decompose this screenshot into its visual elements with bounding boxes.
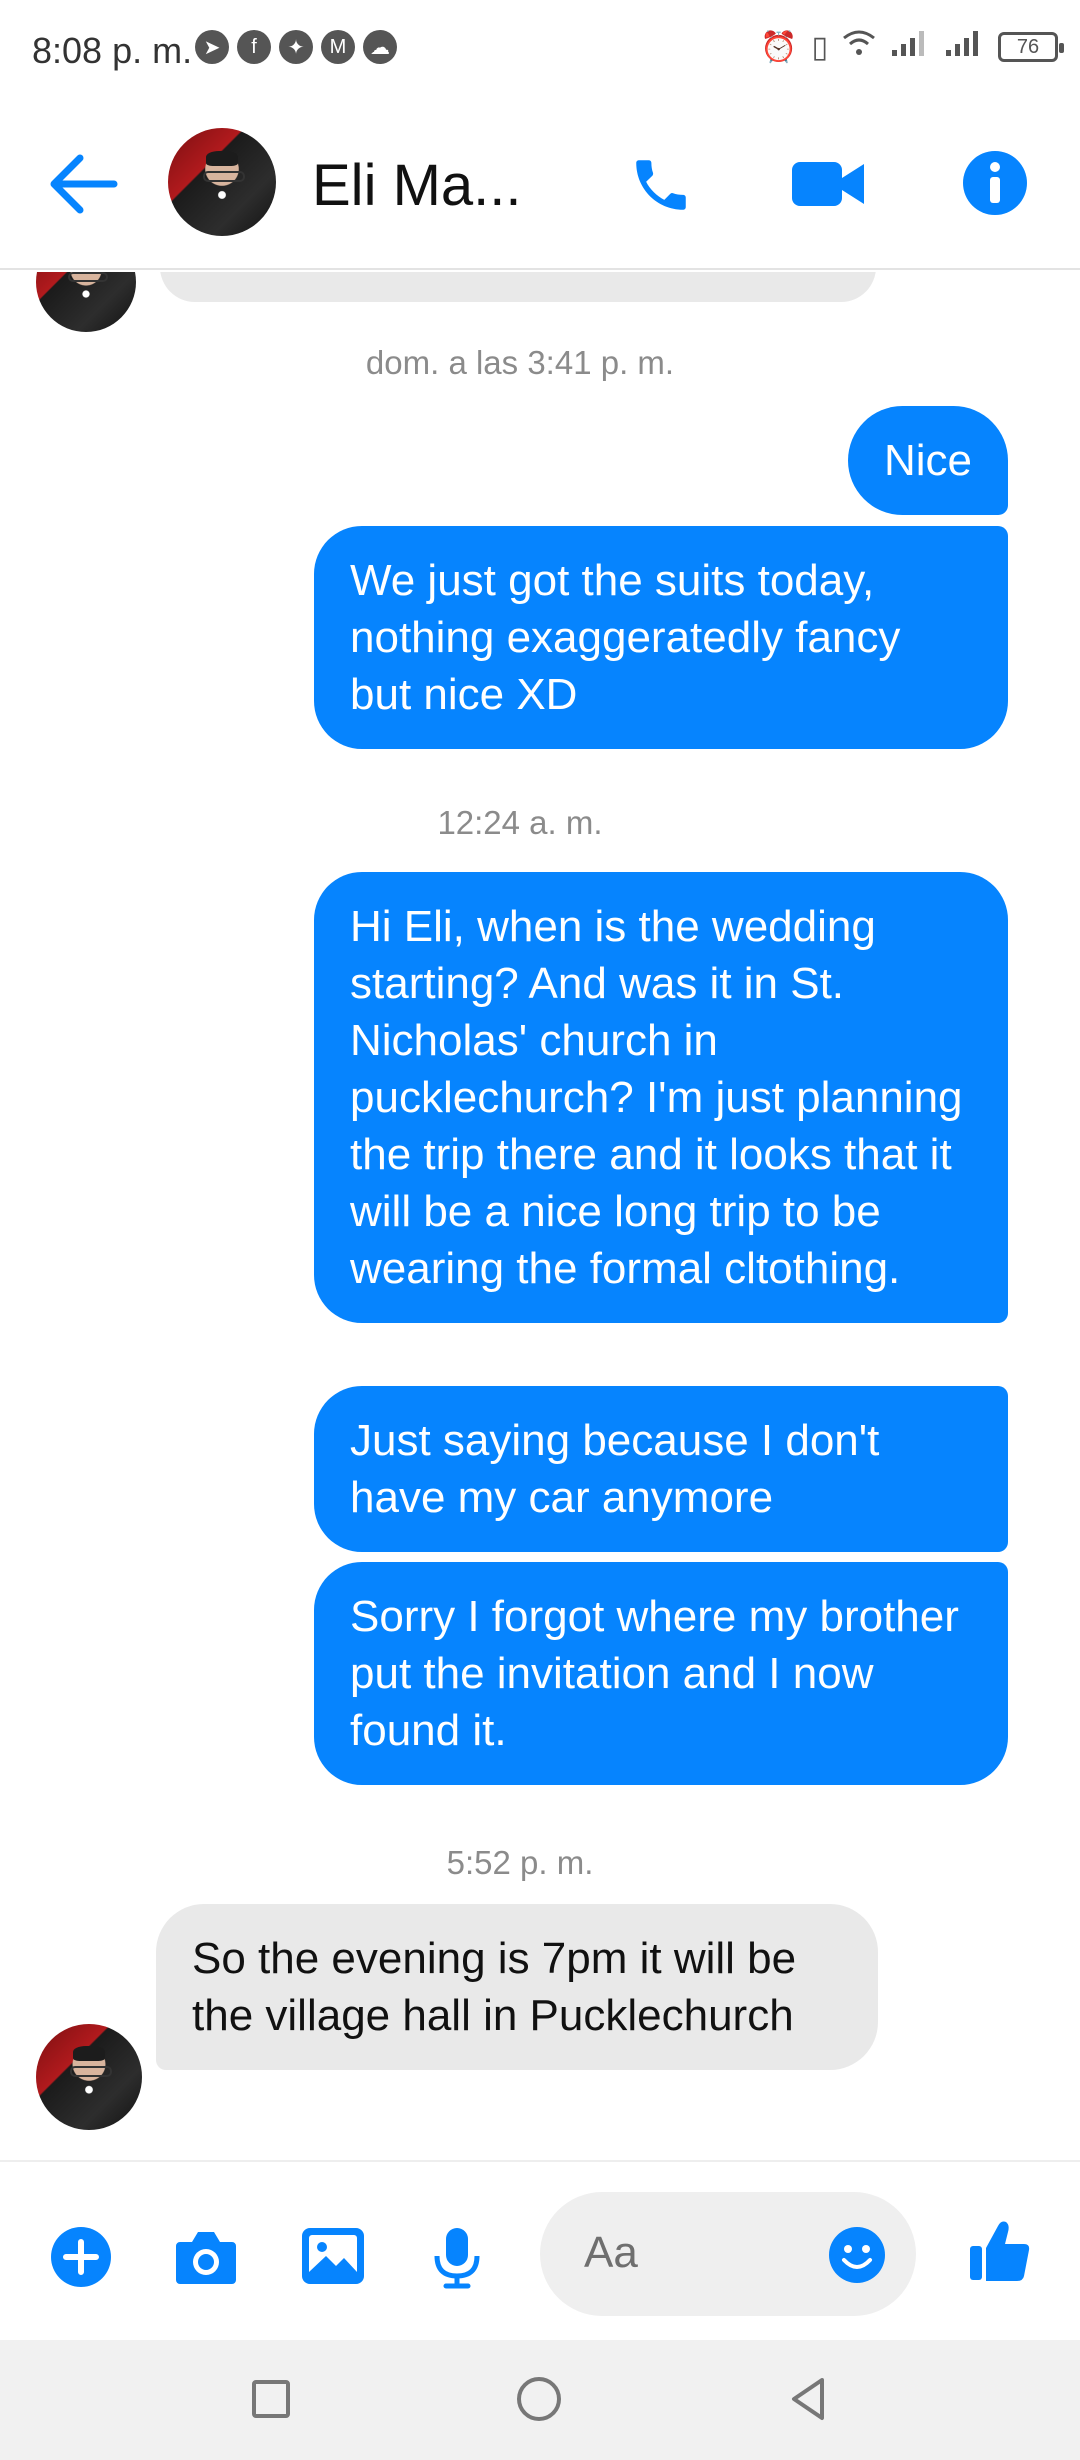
wifi-icon <box>842 28 876 66</box>
status-time: 8:08 p. m. <box>32 30 193 71</box>
back-icon[interactable] <box>784 2374 834 2424</box>
message-composer: Aa <box>0 2160 1080 2340</box>
incoming-message-bubble[interactable]: So the evening is 7pm it will be the vil… <box>156 1904 878 2070</box>
outgoing-message-bubble[interactable]: Nice <box>847 406 1008 515</box>
status-bar: 8:08 p. m. ➤ f ✦ M ☁ ⏰ ▯ 76 <box>0 0 1080 100</box>
battery-icon: 76 <box>998 32 1064 62</box>
contact-avatar-small <box>36 2024 142 2130</box>
signal-icon <box>890 28 930 66</box>
phone-call-icon[interactable] <box>628 152 694 218</box>
message-timestamp: dom. a las 3:41 p. m. <box>365 344 675 381</box>
alarm-icon: ⏰ <box>760 30 798 64</box>
system-nav-bar <box>0 2340 1080 2460</box>
telegram-notification-icon: ➤ <box>195 30 229 64</box>
plus-icon[interactable] <box>50 2226 112 2288</box>
message-input[interactable]: Aa <box>540 2192 916 2316</box>
emoji-icon[interactable] <box>828 2226 886 2284</box>
cloud-notification-icon: ☁ <box>363 30 397 64</box>
message-timestamp: 5:52 p. m. <box>446 1844 594 1881</box>
notification-icons: ➤ f ✦ M ☁ <box>195 30 397 64</box>
outgoing-message-bubble[interactable]: We just got the suits today, nothing exa… <box>314 526 1008 749</box>
gmail-notification-icon: M <box>321 30 355 64</box>
gallery-icon[interactable] <box>300 2226 366 2286</box>
incoming-message-bubble[interactable] <box>160 272 876 302</box>
app-notification-icon: ✦ <box>279 30 313 64</box>
thumbs-up-icon[interactable] <box>968 2218 1032 2284</box>
signal-icon-2 <box>944 28 984 66</box>
facebook-notification-icon: f <box>237 30 271 64</box>
message-thread[interactable]: dom. a las 3:41 p. m. Nice We just got t… <box>0 272 1080 2160</box>
contact-name[interactable]: Eli Ma... <box>312 152 522 219</box>
status-indicators: ⏰ ▯ 76 <box>760 28 1064 66</box>
info-icon[interactable] <box>962 150 1028 216</box>
vibrate-icon: ▯ <box>811 30 828 64</box>
recents-icon[interactable] <box>246 2374 296 2424</box>
message-input-placeholder: Aa <box>584 2228 638 2277</box>
contact-avatar-small <box>36 272 136 332</box>
camera-icon[interactable] <box>174 2226 238 2288</box>
outgoing-message-bubble[interactable]: Sorry I forgot where my brother put the … <box>314 1562 1008 1785</box>
microphone-icon[interactable] <box>432 2226 482 2290</box>
message-timestamp: 12:24 a. m. <box>437 804 603 841</box>
video-call-icon[interactable] <box>790 156 866 212</box>
outgoing-message-bubble[interactable]: Just saying because I don't have my car … <box>314 1386 1008 1552</box>
contact-avatar[interactable] <box>168 128 276 236</box>
home-icon[interactable] <box>514 2374 564 2424</box>
outgoing-message-bubble[interactable]: Hi Eli, when is the wedding starting? An… <box>314 872 1008 1323</box>
back-arrow-icon[interactable] <box>48 152 118 216</box>
conversation-header: Eli Ma... <box>0 100 1080 270</box>
